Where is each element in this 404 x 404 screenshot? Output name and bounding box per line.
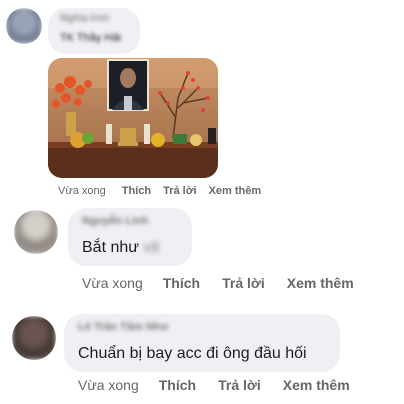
comment-2-author[interactable]: Nguyễn Linh — [82, 215, 149, 227]
comment-2-actions: Vừa xong Thích Trả lời Xem thêm — [82, 275, 354, 291]
comment-1-photo[interactable] — [48, 58, 218, 178]
comment-3-time: Vừa xong — [78, 377, 139, 393]
comment-3-author[interactable]: Lê Trần Tâm Như — [78, 321, 168, 333]
comment-3-like-button[interactable]: Thích — [159, 377, 196, 393]
comment-2-more-button[interactable]: Xem thêm — [287, 275, 354, 291]
comment-2-like-button[interactable]: Thích — [163, 275, 200, 291]
comment-1-reply-button[interactable]: Trả lời — [163, 185, 197, 197]
comment-1-actions: Vừa xong Thích Trả lời Xem thêm — [58, 185, 261, 197]
comment-1-avatar[interactable] — [6, 8, 42, 44]
comment-1-time: Vừa xong — [58, 185, 106, 197]
comment-1-text: TK Thầy Hải — [60, 32, 121, 44]
comment-2-hidden-word: vịt — [143, 239, 160, 256]
comment-1-more-button[interactable]: Xem thêm — [209, 185, 262, 197]
comment-2-text: Bắt như vịt — [82, 239, 159, 257]
altar-image — [48, 58, 218, 178]
comment-3-actions: Vừa xong Thích Trả lời Xem thêm — [78, 377, 350, 393]
comment-2-time: Vừa xong — [82, 275, 143, 291]
comment-2-avatar[interactable] — [14, 210, 58, 254]
comment-2-reply-button[interactable]: Trả lời — [222, 275, 265, 291]
comment-1-author[interactable]: Nghia Iron — [60, 13, 109, 24]
comment-2-visible-text: Bắt như — [82, 239, 139, 256]
comment-3-reply-button[interactable]: Trả lời — [218, 377, 261, 393]
comment-1-like-button[interactable]: Thích — [122, 185, 151, 197]
comment-3-more-button[interactable]: Xem thêm — [283, 377, 350, 393]
comment-3-avatar[interactable] — [12, 316, 56, 360]
comment-3-text: Chuẩn bị bay acc đi ông đầu hối — [78, 345, 307, 362]
